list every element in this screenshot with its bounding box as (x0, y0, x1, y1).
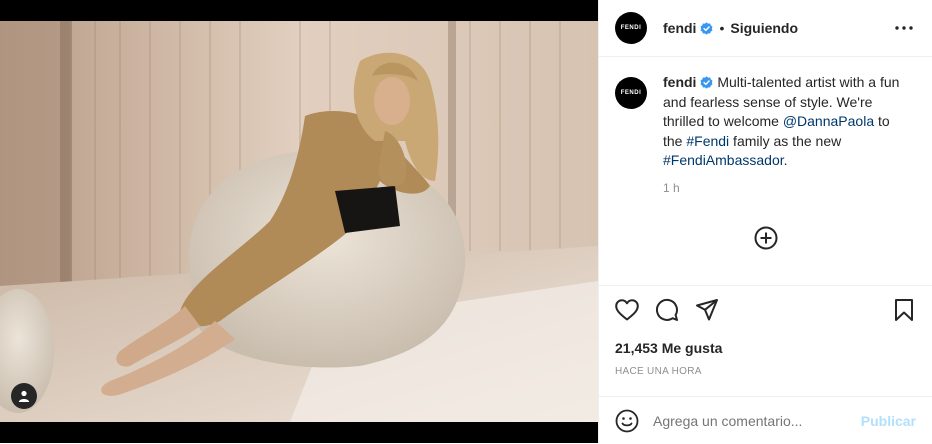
user-tag-button[interactable] (11, 383, 37, 409)
share-icon (696, 299, 718, 321)
separator-dot: • (719, 20, 725, 36)
following-button[interactable]: Siguiendo (730, 20, 798, 36)
bookmark-icon (895, 299, 913, 321)
avatar[interactable]: FENDI (615, 12, 647, 44)
comment-icon (656, 298, 678, 321)
instagram-post: FENDI fendi • Siguiendo FENDI fendi Mult… (0, 0, 932, 443)
verified-badge-icon (701, 21, 713, 35)
heart-icon (615, 299, 639, 321)
more-options-button[interactable] (892, 16, 916, 40)
hashtag-link-fendi[interactable]: #Fendi (686, 133, 729, 149)
comment-input[interactable] (653, 412, 861, 429)
emoji-icon[interactable] (615, 409, 639, 433)
post-header: FENDI fendi • Siguiendo (599, 0, 932, 57)
likes-count[interactable]: 21,453 Me gusta (615, 340, 722, 356)
fashion-photo (0, 21, 598, 422)
post-photo[interactable] (0, 21, 598, 422)
mention-link[interactable]: @DannaPaola (783, 113, 874, 129)
post-media[interactable] (0, 0, 598, 443)
publish-button[interactable]: Publicar (861, 413, 916, 429)
caption-body-4: . (783, 152, 788, 168)
hashtag-link-fendiambassador[interactable]: #FendiAmbassador (663, 152, 784, 168)
comments-area: FENDI fendi Multi-talented artist with a… (599, 57, 932, 250)
comment-box: Publicar (599, 396, 932, 444)
share-button[interactable] (687, 290, 727, 330)
verified-badge-icon (701, 76, 713, 89)
more-options-icon (895, 26, 913, 30)
caption-time[interactable]: 1 h (663, 181, 916, 195)
caption: FENDI fendi Multi-talented artist with a… (615, 73, 916, 171)
caption-text: fendi Multi-talented artist with a fun a… (663, 73, 903, 171)
post-timestamp[interactable]: HACE UNA HORA (615, 366, 702, 377)
user-tag-icon (18, 390, 30, 402)
caption-body-3: family as the new (729, 132, 842, 149)
save-button[interactable] (884, 290, 924, 330)
plus-circle-icon[interactable] (753, 225, 779, 251)
caption-username[interactable]: fendi (663, 74, 696, 90)
action-bar (599, 285, 932, 334)
post-side-panel: FENDI fendi • Siguiendo FENDI fendi Mult… (598, 0, 932, 443)
username-link[interactable]: fendi (663, 20, 696, 36)
caption-avatar[interactable]: FENDI (615, 77, 647, 109)
like-button[interactable] (607, 290, 647, 330)
comment-button[interactable] (647, 290, 687, 330)
